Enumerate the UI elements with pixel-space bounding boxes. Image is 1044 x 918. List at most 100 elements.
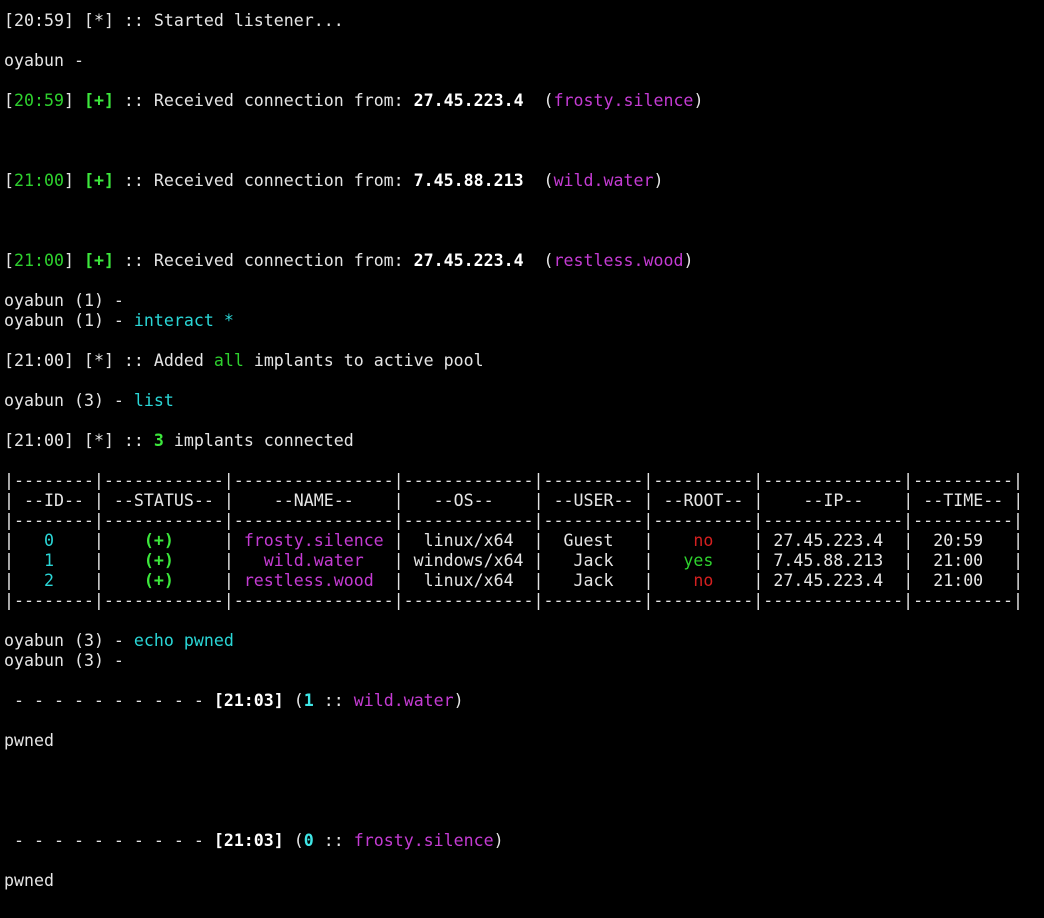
- prompt-name: oyabun: [4, 291, 64, 310]
- prompt-name: oyabun: [4, 51, 64, 70]
- implant-id: 1: [303, 691, 314, 710]
- header-user: --USER--: [553, 491, 634, 510]
- status-tag: *: [93, 431, 104, 450]
- cell-id: 0: [43, 531, 54, 550]
- terminal-window[interactable]: [20:59] [*] :: Started listener... oyabu…: [0, 0, 1044, 918]
- timestamp: 20:59: [14, 91, 64, 110]
- prompt-line: oyabun (3) - list: [4, 391, 174, 410]
- timestamp: 21:00: [14, 431, 64, 450]
- command-output: pwned: [4, 731, 54, 750]
- cell-name: restless.wood: [243, 571, 374, 590]
- active-count: 3: [83, 391, 94, 410]
- table-border: |--------|------------|----------------|…: [4, 511, 1024, 530]
- log-message: implants to active pool: [253, 351, 484, 370]
- log-message: Added: [153, 351, 204, 370]
- cell-user: Jack: [573, 551, 614, 570]
- log-line-started: [20:59] [*] :: Started listener...: [4, 11, 344, 30]
- prompt-name: oyabun: [4, 651, 64, 670]
- cell-status: (+): [143, 551, 174, 570]
- prompt-line: oyabun (1) -: [4, 291, 124, 310]
- table-header-row: | --ID-- | --STATUS-- | --NAME-- | --OS-…: [4, 491, 1024, 510]
- cell-os: linux/x64: [423, 531, 514, 550]
- cell-os: windows/x64: [413, 551, 524, 570]
- command-text: interact *: [133, 311, 234, 330]
- implant-name: wild.water: [353, 691, 454, 710]
- table-border: |--------|------------|----------------|…: [4, 591, 1024, 610]
- cell-root: no: [693, 571, 714, 590]
- highlight-word: all: [213, 351, 244, 370]
- header-os: --OS--: [433, 491, 494, 510]
- implant-name: frosty.silence: [353, 831, 494, 850]
- table-row: | 0 | (+) | frosty.silence | linux/x64 |…: [4, 531, 1024, 550]
- command-text: list: [133, 391, 174, 410]
- command-output: pwned: [4, 871, 54, 890]
- cell-id: 2: [43, 571, 54, 590]
- table-row: | 1 | (+) | wild.water | windows/x64 | J…: [4, 551, 1024, 570]
- log-message: Received connection from:: [153, 171, 404, 190]
- implant-count: 3: [153, 431, 164, 450]
- cell-root: yes: [683, 551, 714, 570]
- cell-name: frosty.silence: [243, 531, 384, 550]
- table-row: | 2 | (+) | restless.wood | linux/x64 | …: [4, 571, 1024, 590]
- cell-name: wild.water: [263, 551, 364, 570]
- log-message: implants connected: [173, 431, 354, 450]
- status-tag: *: [93, 11, 104, 30]
- log-line-added: [21:00] [*] :: Added all implants to act…: [4, 351, 484, 370]
- header-status: --STATUS--: [113, 491, 214, 510]
- active-count: 3: [83, 631, 94, 650]
- ip-address: 7.45.88.213: [413, 171, 524, 190]
- timestamp: 21:00: [14, 351, 64, 370]
- header-root: --ROOT--: [663, 491, 744, 510]
- implant-id: 0: [303, 831, 314, 850]
- active-count: 1: [83, 311, 94, 330]
- log-message: Received connection from:: [153, 251, 404, 270]
- log-line-connection: [21:00] [+] :: Received connection from:…: [4, 251, 694, 270]
- cell-status: (+): [143, 531, 174, 550]
- header-time: --TIME--: [923, 491, 1004, 510]
- table-border: |--------|------------|----------------|…: [4, 471, 1024, 490]
- timestamp: 21:00: [14, 171, 64, 190]
- log-line-connection: [20:59] [+] :: Received connection from:…: [4, 91, 704, 110]
- log-message: Received connection from:: [153, 91, 404, 110]
- cell-time: 20:59: [933, 531, 984, 550]
- cell-ip: 27.45.223.4: [773, 531, 884, 550]
- log-message: Started listener...: [153, 11, 344, 30]
- prompt-line: oyabun (1) - interact *: [4, 311, 234, 330]
- status-tag: +: [93, 171, 104, 190]
- prompt-line-active[interactable]: oyabun (3) -: [4, 651, 1044, 671]
- separator-dashes: - - - - - - - - - -: [14, 691, 204, 710]
- timestamp: 20:59: [14, 11, 64, 30]
- separator-dashes: - - - - - - - - - -: [14, 831, 204, 850]
- status-tag: +: [93, 91, 104, 110]
- status-tag: +: [93, 251, 104, 270]
- cell-os: linux/x64: [423, 571, 514, 590]
- status-tag: *: [93, 351, 104, 370]
- timestamp: 21:00: [14, 251, 64, 270]
- separator: ::: [323, 831, 344, 850]
- cell-id: 1: [43, 551, 54, 570]
- prompt-line: oyabun -: [4, 51, 84, 70]
- cell-root: no: [693, 531, 714, 550]
- response-header: - - - - - - - - - - [21:03] (0 :: frosty…: [14, 831, 504, 850]
- cell-user: Guest: [563, 531, 614, 550]
- cell-status: (+): [143, 571, 174, 590]
- ip-address: 27.45.223.4: [413, 251, 524, 270]
